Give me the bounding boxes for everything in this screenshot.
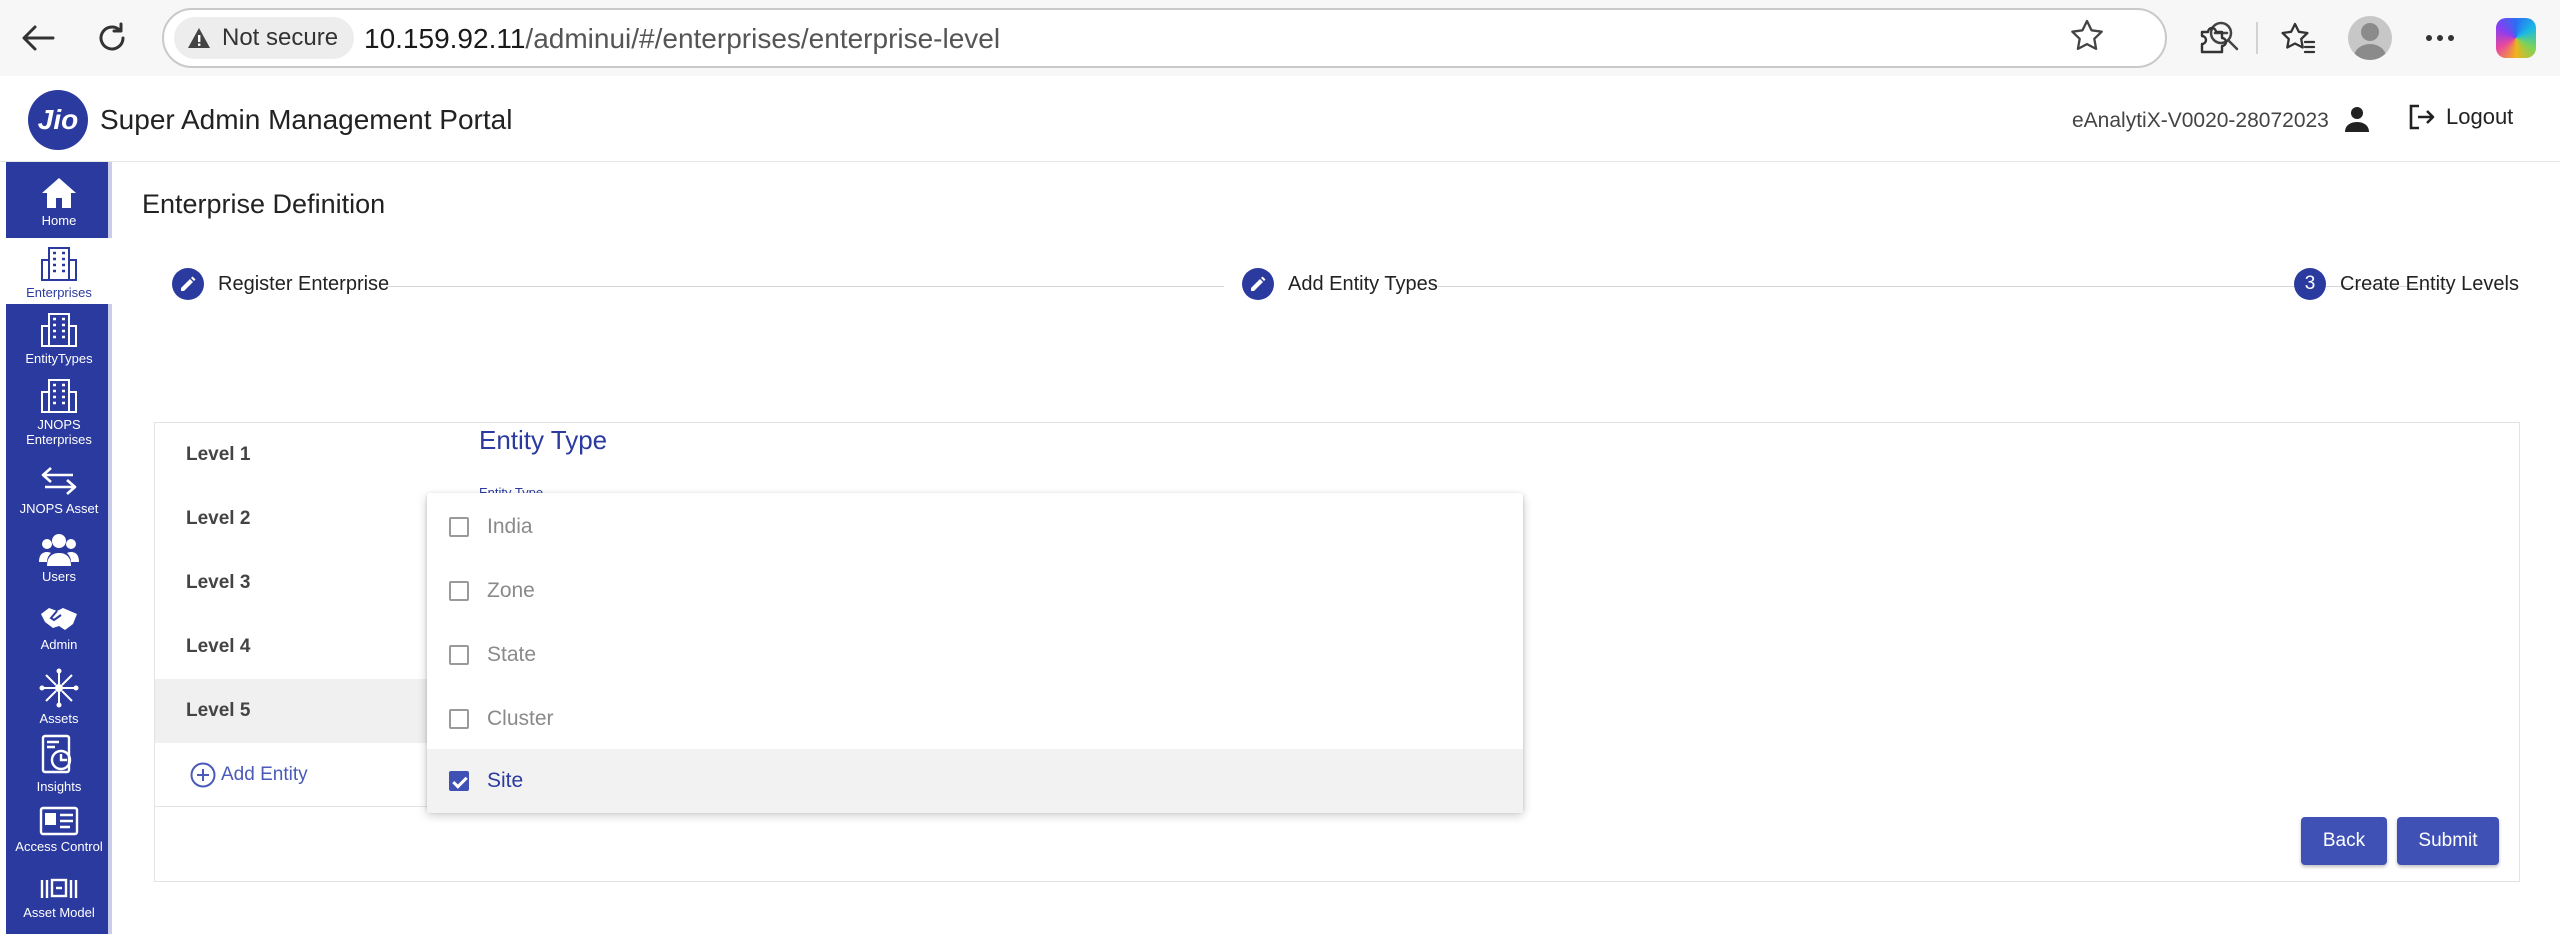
sidebar-item-label: Home (41, 213, 77, 228)
toolbar-separator (2256, 22, 2258, 54)
insights-icon (41, 734, 72, 774)
sidebar-item-jnops-asset[interactable]: JNOPS Asset (6, 464, 112, 526)
add-entity-button[interactable]: Add Entity (189, 761, 308, 789)
home-icon (42, 178, 76, 208)
sidebar-item-label: Enterprises (26, 285, 92, 300)
sidebar-item-assets[interactable]: Assets (6, 668, 112, 734)
sidebar-item-home[interactable]: Home (6, 176, 112, 238)
url-text[interactable]: 10.159.92.11/adminui/#/enterprises/enter… (364, 23, 1000, 55)
sidebar-item-admin[interactable]: Admin (6, 604, 112, 666)
warning-icon (188, 28, 210, 48)
logout-label: Logout (2446, 104, 2514, 129)
back-arrow-icon[interactable] (14, 14, 62, 62)
level-row-5[interactable]: Level 5 (155, 679, 441, 743)
sidebar-item-jnops-enterprises[interactable]: JNOPS Enterprises (6, 376, 112, 458)
step-connector (386, 286, 1224, 287)
profile-avatar[interactable] (2346, 14, 2394, 62)
level-row-2[interactable]: Level 2 (155, 487, 441, 551)
building-icon (41, 313, 77, 347)
sidebar-item-label: Insights (36, 779, 82, 794)
browser-toolbar: Not secure 10.159.92.11/adminui/#/enterp… (0, 0, 2560, 76)
favorite-star-icon[interactable] (2067, 16, 2107, 61)
sidebar-item-label: JNOPS Asset (19, 501, 99, 516)
security-indicator[interactable]: Not secure (174, 17, 355, 59)
copilot-icon[interactable] (2492, 14, 2540, 62)
level-row-1[interactable]: Level 1 (155, 423, 441, 487)
option-zone[interactable]: Zone (427, 559, 1523, 623)
sidebar-item-label: Access Control (15, 839, 103, 854)
add-entity-label: Add Entity (221, 764, 308, 785)
app-title: Super Admin Management Portal (100, 104, 513, 135)
refresh-icon[interactable] (88, 14, 136, 62)
app-header: Jio Super Admin Management Portal eAnaly… (0, 76, 2560, 162)
option-india[interactable]: India (427, 495, 1523, 559)
checkbox[interactable] (449, 709, 469, 729)
sidebar-item-label: Admin (40, 637, 78, 652)
building-icon (41, 247, 77, 281)
url-host: 10.159.92.11 (364, 23, 526, 54)
sidebar-item-insights[interactable]: Insights (6, 734, 112, 800)
sidebar-item-users[interactable]: Users (6, 532, 112, 594)
sidebar-item-entitytypes[interactable]: EntityTypes (6, 308, 112, 370)
step-add-entity-types[interactable]: Add Entity Types (1242, 268, 1438, 300)
sidebar: Home Enterprises EntityTypes JNOPS Enter… (6, 162, 112, 934)
add-circle-icon (190, 762, 216, 788)
swap-arrows-icon (41, 467, 77, 495)
edit-icon (172, 268, 204, 300)
favorites-icon[interactable] (2274, 14, 2322, 62)
checkbox[interactable] (449, 517, 469, 537)
logout-icon (2409, 104, 2435, 130)
step-create-entity-levels[interactable]: 3 Create Entity Levels (2294, 268, 2519, 300)
step-label: Add Entity Types (1288, 272, 1438, 295)
sidebar-item-enterprises[interactable]: Enterprises (6, 238, 112, 304)
option-label: Zone (487, 579, 535, 602)
checkbox-checked[interactable] (449, 771, 469, 791)
option-state[interactable]: State (427, 623, 1523, 687)
sidebar-item-label: EntityTypes (25, 351, 93, 366)
more-options-icon[interactable] (2416, 14, 2464, 62)
url-path: /adminui/#/enterprises/enterprise-level (525, 23, 1001, 54)
step-label: Create Entity Levels (2340, 272, 2519, 295)
handshake-icon (41, 608, 77, 630)
page-title: Enterprise Definition (142, 189, 386, 219)
edit-icon (1242, 268, 1274, 300)
option-label: Site (487, 769, 524, 792)
users-icon (39, 534, 79, 566)
level-row-3[interactable]: Level 3 (155, 551, 441, 615)
building-icon (41, 379, 77, 413)
divider (155, 806, 441, 807)
jio-logo[interactable]: Jio (28, 90, 88, 150)
checkbox[interactable] (449, 645, 469, 665)
back-button[interactable]: Back (2301, 817, 2387, 865)
step-label: Register Enterprise (218, 272, 390, 295)
version-label: eAnalytiX-V0020-28072023 (2072, 109, 2329, 132)
sidebar-item-label: Asset Model (23, 905, 95, 920)
entity-type-dropdown: India Zone State Cluster Site (427, 493, 1523, 813)
id-card-icon (39, 806, 79, 836)
sidebar-item-label: JNOPS Enterprises (26, 417, 92, 447)
option-site[interactable]: Site (427, 749, 1523, 813)
checkbox[interactable] (449, 581, 469, 601)
user-icon[interactable] (2342, 104, 2372, 134)
option-label: India (487, 515, 533, 538)
logout-button[interactable]: Logout (2406, 102, 2513, 132)
submit-button[interactable]: Submit (2397, 817, 2499, 865)
level-row-4[interactable]: Level 4 (155, 615, 441, 679)
step-register-enterprise[interactable]: Register Enterprise (172, 268, 389, 300)
security-label: Not secure (222, 24, 339, 51)
entity-type-title: Entity Type (479, 425, 608, 455)
network-icon (39, 668, 79, 708)
stepper: Register Enterprise Add Entity Types 3 C… (172, 268, 2519, 304)
address-bar[interactable]: Not secure 10.159.92.11/adminui/#/enterp… (162, 8, 2239, 68)
asset-model-icon (40, 878, 78, 898)
sidebar-item-access-control[interactable]: Access Control (6, 802, 112, 868)
sidebar-item-label: Assets (39, 711, 79, 726)
option-cluster[interactable]: Cluster (427, 687, 1523, 751)
step-number: 3 (2294, 268, 2326, 300)
sidebar-item-label: Users (42, 569, 76, 584)
option-label: Cluster (487, 707, 554, 730)
extensions-icon[interactable] (2190, 14, 2238, 62)
sidebar-item-asset-model[interactable]: Asset Model (6, 874, 112, 934)
option-label: State (487, 643, 537, 666)
